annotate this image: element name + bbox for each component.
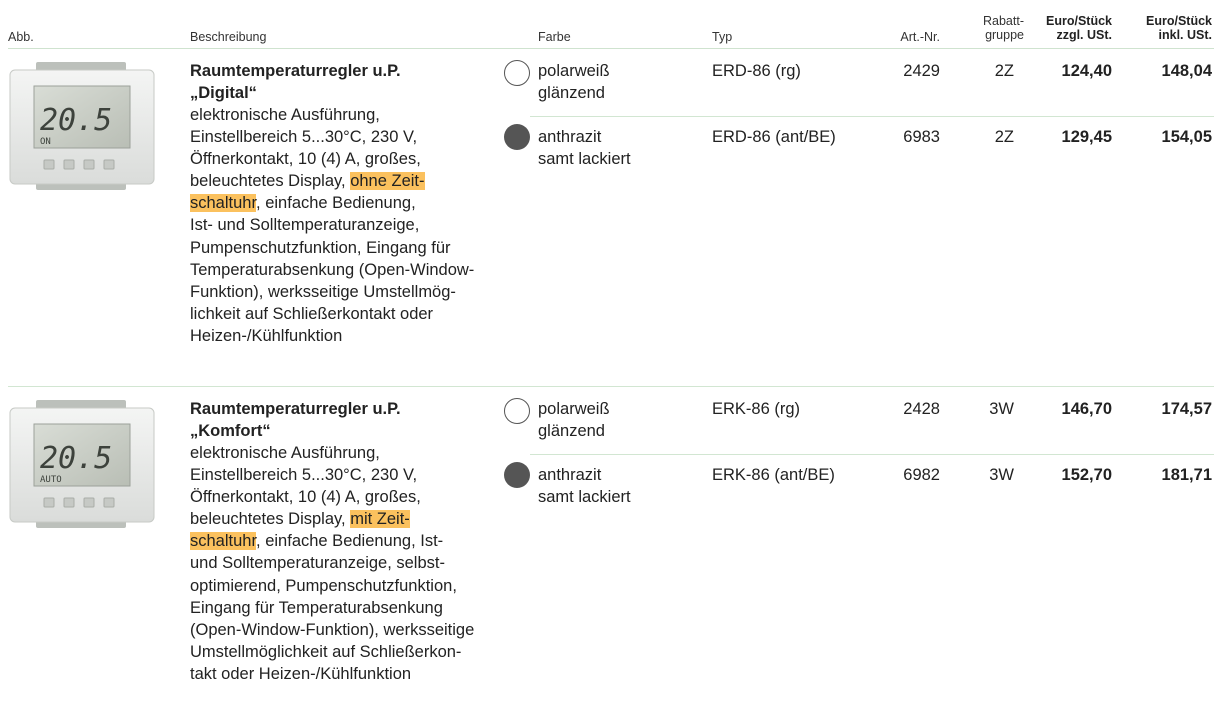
description-text: beleuchtetes Display, — [190, 510, 351, 529]
header-euro-zzgl-line2: zzgl. USt. — [1056, 28, 1112, 42]
description-text: , einfache Bedienung, — [256, 194, 416, 213]
row-divider — [530, 454, 1214, 455]
highlight-no-timer: ohne Zeit- — [350, 172, 425, 191]
description-line: elektronische Ausführung, — [190, 444, 380, 462]
product-divider — [8, 386, 1214, 387]
header-abb: Abb. — [8, 30, 34, 44]
discount-group-cell: 3W — [989, 400, 1014, 418]
highlight-with-timer: mit Zeit- — [350, 510, 410, 529]
color-label: polarweiß glänzend — [538, 398, 610, 442]
price-gross-cell: 154,05 — [1161, 128, 1212, 146]
description-line: Öffnerkontakt, 10 (4) A, großes, — [190, 488, 421, 507]
color-label: polarweiß glänzend — [538, 60, 610, 104]
price-gross-cell: 148,04 — [1161, 62, 1212, 80]
description-line: schaltuhr, einfache Bedienung, — [190, 192, 520, 214]
product-image-komfort: 20.5 AUTO — [9, 400, 155, 528]
discount-group-cell: 2Z — [994, 62, 1014, 80]
description-line: Einstellbereich 5...30°C, 230 V, — [190, 466, 418, 485]
article-number-cell: 2429 — [903, 62, 940, 80]
header-rabatt: Rabatt- gruppe — [968, 14, 1024, 42]
display-temp-komfort: 20.5 — [40, 441, 112, 476]
color-label-line1: polarweiß — [538, 62, 610, 80]
product-description-komfort: elektronische Ausführung, Einstellbereic… — [190, 442, 520, 685]
description-line: lichkeit auf Schließerkontakt oder — [190, 304, 434, 323]
price-gross-cell: 181,71 — [1161, 466, 1212, 484]
row-divider — [530, 116, 1214, 117]
color-label-line2: samt lackiert — [538, 488, 631, 506]
header-euro-zzgl-line1: Euro/Stück — [1046, 14, 1112, 28]
article-number-cell: 6982 — [903, 466, 940, 484]
color-swatch-anthrazit — [504, 124, 530, 150]
header-euro-zzgl: Euro/Stück zzgl. USt. — [1040, 14, 1112, 42]
header-rabatt-line2: gruppe — [985, 28, 1024, 42]
description-text: beleuchtetes Display, — [190, 172, 351, 191]
highlight-with-timer: schaltuhr — [190, 532, 257, 551]
product-title-digital: Raumtemperaturregler u.P. „Digital“ — [190, 60, 401, 104]
description-line: beleuchtetes Display, ohne Zeit- — [190, 170, 520, 192]
price-gross-cell: 174,57 — [1161, 400, 1212, 418]
header-rabatt-line1: Rabatt- — [983, 14, 1024, 28]
header-divider — [8, 48, 1214, 49]
description-line: und Solltemperaturanzeige, selbst- — [190, 554, 445, 573]
description-text: , einfache Bedienung, Ist- — [256, 532, 444, 551]
description-line: optimierend, Pumpenschutzfunktion, — [190, 576, 457, 595]
discount-group-cell: 2Z — [994, 128, 1014, 146]
product-description-digital: elektronische Ausführung, Einstellbereic… — [190, 104, 520, 347]
product-title-line2: „Komfort“ — [190, 422, 271, 440]
header-beschreibung: Beschreibung — [190, 30, 267, 44]
type-cell: ERD-86 (rg) — [712, 62, 801, 80]
display-temp-digital: 20.5 — [40, 103, 112, 138]
color-label-line1: anthrazit — [538, 128, 602, 146]
color-label-line2: glänzend — [538, 84, 605, 102]
price-net-cell: 146,70 — [1061, 400, 1112, 418]
color-label-line1: anthrazit — [538, 466, 602, 484]
color-label-line1: polarweiß — [538, 400, 610, 418]
header-artnr: Art.-Nr. — [900, 30, 940, 44]
type-cell: ERK-86 (ant/BE) — [712, 466, 835, 484]
header-typ: Typ — [712, 30, 733, 44]
product-title-line1: Raumtemperaturregler u.P. — [190, 62, 401, 80]
description-line: Temperaturabsenkung (Open-Window- — [190, 260, 475, 279]
description-line: Öffnerkontakt, 10 (4) A, großes, — [190, 150, 421, 169]
color-swatch-anthrazit — [504, 462, 530, 488]
color-swatch-polarweiss — [504, 398, 530, 424]
description-line: Eingang für Temperaturabsenkung — [190, 598, 443, 617]
article-number-cell: 2428 — [903, 400, 940, 418]
description-line: elektronische Ausführung, — [190, 106, 380, 124]
color-swatch-polarweiss — [504, 60, 530, 86]
color-label: anthrazit samt lackiert — [538, 464, 631, 508]
price-net-cell: 124,40 — [1061, 62, 1112, 80]
product-title-line2: „Digital“ — [190, 84, 257, 102]
description-line: Pumpenschutzfunktion, Eingang für — [190, 238, 451, 257]
article-number-cell: 6983 — [903, 128, 940, 146]
highlight-no-timer: schaltuhr — [190, 194, 257, 213]
display-status-digital: ON — [40, 137, 51, 147]
description-line: beleuchtetes Display, mit Zeit- — [190, 508, 520, 530]
description-line: Umstellmöglichkeit auf Schließerkon- — [190, 642, 462, 661]
description-line: Heizen-/Kühlfunktion — [190, 326, 343, 345]
description-line: Ist- und Solltemperaturanzeige, — [190, 216, 420, 235]
description-line: Funktion), werksseitige Umstellmög- — [190, 282, 456, 301]
type-cell: ERD-86 (ant/BE) — [712, 128, 836, 146]
color-label-line2: samt lackiert — [538, 150, 631, 168]
description-line: Einstellbereich 5...30°C, 230 V, — [190, 128, 418, 147]
price-net-cell: 129,45 — [1061, 128, 1112, 146]
type-cell: ERK-86 (rg) — [712, 400, 801, 418]
product-image-digital: 20.5 ON — [9, 62, 155, 190]
description-line: schaltuhr, einfache Bedienung, Ist- — [190, 530, 520, 552]
product-title-komfort: Raumtemperaturregler u.P. „Komfort“ — [190, 398, 401, 442]
display-status-komfort: AUTO — [40, 475, 62, 485]
description-line: (Open-Window-Funktion), werksseitige — [190, 620, 475, 639]
description-line: takt oder Heizen-/Kühlfunktion — [190, 664, 412, 683]
header-farbe: Farbe — [538, 30, 571, 44]
discount-group-cell: 3W — [989, 466, 1014, 484]
color-label-line2: glänzend — [538, 422, 605, 440]
price-net-cell: 152,70 — [1061, 466, 1112, 484]
header-euro-inkl: Euro/Stück inkl. USt. — [1136, 14, 1212, 42]
header-euro-inkl-line1: Euro/Stück — [1146, 14, 1212, 28]
product-title-line1: Raumtemperaturregler u.P. — [190, 400, 401, 418]
color-label: anthrazit samt lackiert — [538, 126, 631, 170]
header-euro-inkl-line2: inkl. USt. — [1158, 28, 1212, 42]
